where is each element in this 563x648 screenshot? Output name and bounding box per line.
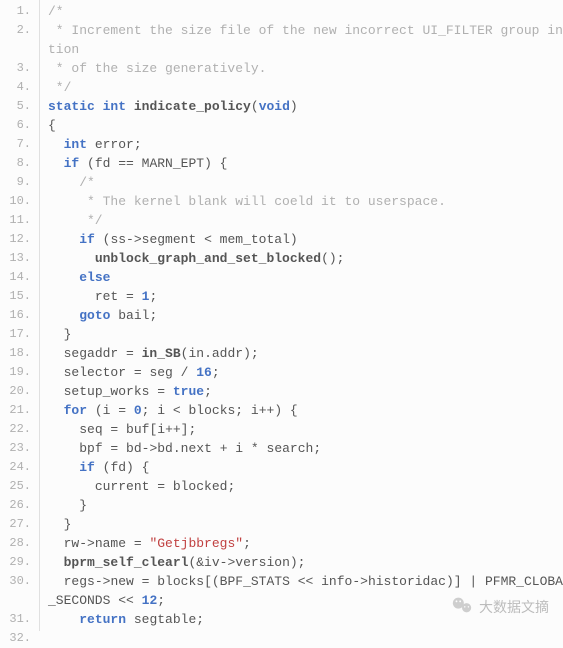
- line-number: 20.: [0, 382, 39, 401]
- line-number: 7.: [0, 135, 39, 154]
- line-number-gutter: 1. 2. 3. 4. 5. 6. 7. 8. 9. 10. 11. 12. 1…: [0, 0, 40, 631]
- code-line: }: [48, 496, 563, 515]
- line-number: 29.: [0, 553, 39, 572]
- line-number: 23.: [0, 439, 39, 458]
- line-number: [0, 591, 39, 610]
- line-number: 32.: [0, 629, 39, 648]
- line-number: 28.: [0, 534, 39, 553]
- line-number: 18.: [0, 344, 39, 363]
- code-line: unblock_graph_and_set_blocked();: [48, 249, 563, 268]
- line-number: 1.: [0, 2, 39, 21]
- code-line: tion: [48, 40, 563, 59]
- line-number: [0, 40, 39, 59]
- line-number: 26.: [0, 496, 39, 515]
- code-line: ret = 1;: [48, 287, 563, 306]
- code-line: setup_works = true;: [48, 382, 563, 401]
- code-area: /* * Increment the size file of the new …: [40, 0, 563, 631]
- line-number: 16.: [0, 306, 39, 325]
- code-line: rw->name = "Getjbbregs";: [48, 534, 563, 553]
- code-line: /*: [48, 2, 563, 21]
- code-line: */: [48, 211, 563, 230]
- code-block: 1. 2. 3. 4. 5. 6. 7. 8. 9. 10. 11. 12. 1…: [0, 0, 563, 631]
- line-number: 9.: [0, 173, 39, 192]
- line-number: 31.: [0, 610, 39, 629]
- code-line: * The kernel blank will coeld it to user…: [48, 192, 563, 211]
- line-number: 21.: [0, 401, 39, 420]
- code-line: }: [48, 325, 563, 344]
- line-number: 3.: [0, 59, 39, 78]
- line-number: 30.: [0, 572, 39, 591]
- code-line: {: [48, 116, 563, 135]
- code-line: bpf = bd->bd.next + i * search;: [48, 439, 563, 458]
- watermark: 大数据文摘: [451, 594, 549, 619]
- line-number: 19.: [0, 363, 39, 382]
- watermark-text: 大数据文摘: [479, 597, 549, 617]
- line-number: 2.: [0, 21, 39, 40]
- line-number: 24.: [0, 458, 39, 477]
- code-line: selector = seg / 16;: [48, 363, 563, 382]
- wechat-icon: [451, 594, 473, 619]
- code-line: if (ss->segment < mem_total): [48, 230, 563, 249]
- line-number: 25.: [0, 477, 39, 496]
- code-line: * of the size generatively.: [48, 59, 563, 78]
- code-line: seq = buf[i++];: [48, 420, 563, 439]
- code-line: regs->new = blocks[(BPF_STATS << info->h…: [48, 572, 563, 591]
- line-number: 4.: [0, 78, 39, 97]
- code-line: if (fd) {: [48, 458, 563, 477]
- code-line: static int indicate_policy(void): [48, 97, 563, 116]
- code-line: }: [48, 515, 563, 534]
- line-number: 8.: [0, 154, 39, 173]
- line-number: 22.: [0, 420, 39, 439]
- code-line: segaddr = in_SB(in.addr);: [48, 344, 563, 363]
- line-number: 27.: [0, 515, 39, 534]
- code-line: else: [48, 268, 563, 287]
- line-number: 11.: [0, 211, 39, 230]
- code-line: for (i = 0; i < blocks; i++) {: [48, 401, 563, 420]
- code-line: bprm_self_clearl(&iv->version);: [48, 553, 563, 572]
- line-number: 13.: [0, 249, 39, 268]
- code-line: current = blocked;: [48, 477, 563, 496]
- code-line: /*: [48, 173, 563, 192]
- code-line: int error;: [48, 135, 563, 154]
- code-line: if (fd == MARN_EPT) {: [48, 154, 563, 173]
- line-number: 12.: [0, 230, 39, 249]
- line-number: 17.: [0, 325, 39, 344]
- code-line: goto bail;: [48, 306, 563, 325]
- line-number: 10.: [0, 192, 39, 211]
- line-number: 14.: [0, 268, 39, 287]
- code-line: */: [48, 78, 563, 97]
- line-number: 5.: [0, 97, 39, 116]
- line-number: 15.: [0, 287, 39, 306]
- code-line: * Increment the size file of the new inc…: [48, 21, 563, 40]
- line-number: 6.: [0, 116, 39, 135]
